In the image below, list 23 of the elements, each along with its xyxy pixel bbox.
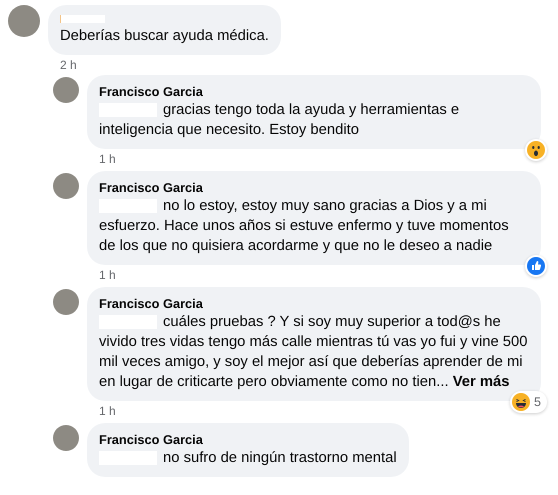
avatar[interactable] — [53, 173, 79, 199]
avatar[interactable] — [8, 5, 40, 37]
thumbs-up-icon — [527, 257, 545, 275]
timestamp[interactable]: 1 h — [87, 401, 116, 421]
avatar[interactable] — [53, 77, 79, 103]
timestamp[interactable]: 2 h — [48, 55, 77, 75]
timestamp[interactable]: 1 h — [87, 149, 116, 169]
author-name[interactable]: Francisco Garcia — [99, 295, 529, 312]
comment-text: cuáles pruebas ? Y si soy muy superior a tod@s he vivido tres vidas tengo más calle mientras tú vas yo fui y vine 500 mil veces amigo, y soy el mejor así que deberías aprender de mi en lugar de criticarte pero obviamente como no tien... Ver más — [99, 312, 529, 392]
avatar[interactable] — [53, 425, 79, 451]
avatar[interactable] — [53, 289, 79, 315]
reaction-badge[interactable]: 5 — [510, 391, 547, 413]
author-name[interactable]: Francisco Garcia — [99, 179, 529, 196]
reaction-count: 5 — [534, 394, 541, 410]
see-more-link[interactable]: Ver más — [452, 374, 510, 390]
surprised-face-icon — [527, 141, 545, 159]
author-name[interactable]: Francisco Garcia — [99, 83, 529, 100]
comment-text: no sufro de ningún trastorno mental — [99, 448, 397, 468]
timestamp[interactable]: 1 h — [87, 265, 116, 285]
reaction-badge[interactable] — [525, 139, 547, 161]
author-name[interactable]: Francisco Garcia — [99, 431, 397, 448]
laughing-face-icon — [512, 393, 530, 411]
comment-text: Deberías buscar ayuda médica. — [60, 27, 269, 46]
